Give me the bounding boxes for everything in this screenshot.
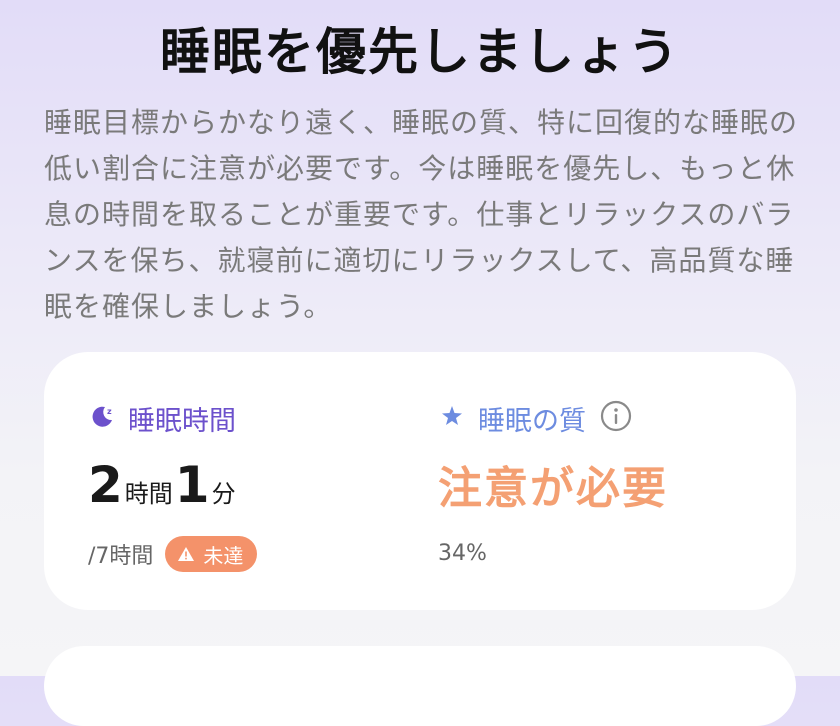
- status-badge: 未達: [165, 536, 258, 572]
- sleep-duration-label: 睡眠時間: [128, 405, 236, 437]
- sleep-quality-header: 睡眠の質: [438, 398, 668, 438]
- sleep-duration-section: z 睡眠時間 2 時間 1 分 /7時間 未達: [88, 398, 258, 574]
- sparkle-star-icon: [438, 402, 466, 434]
- duration-hours: 2: [88, 456, 123, 514]
- duration-minutes-unit: 分: [211, 480, 236, 508]
- moon-sleep-icon: z: [88, 402, 116, 434]
- sleep-summary-card: z 睡眠時間 2 時間 1 分 /7時間 未達 睡眠の質 注意が必要 34%: [44, 352, 796, 610]
- sleep-quality-status: 注意が必要: [438, 463, 668, 514]
- next-card: [44, 646, 796, 726]
- duration-minutes: 1: [174, 456, 210, 514]
- sleep-duration-value: 2 時間 1 分: [88, 456, 257, 522]
- svg-text:z: z: [107, 407, 112, 416]
- duration-hours-unit: 時間: [124, 480, 173, 508]
- sleep-goal-row: /7時間 未達: [88, 534, 258, 574]
- sleep-quality-percent: 34%: [438, 541, 487, 566]
- advice-description: 睡眠目標からかなり遠く、睡眠の質、特に回復的な睡眠の低い割合に注意が必要です。今…: [44, 106, 799, 323]
- warning-triangle-icon: [178, 547, 195, 561]
- status-badge-label: 未達: [203, 543, 244, 568]
- sleep-quality-section: 睡眠の質 注意が必要 34%: [438, 398, 668, 574]
- sleep-goal: /7時間: [88, 544, 154, 569]
- sleep-quality-label: 睡眠の質: [478, 405, 586, 437]
- page-title: 睡眠を優先しましょう: [160, 23, 680, 81]
- sleep-duration-header: z 睡眠時間: [88, 398, 257, 438]
- info-icon[interactable]: [600, 400, 632, 436]
